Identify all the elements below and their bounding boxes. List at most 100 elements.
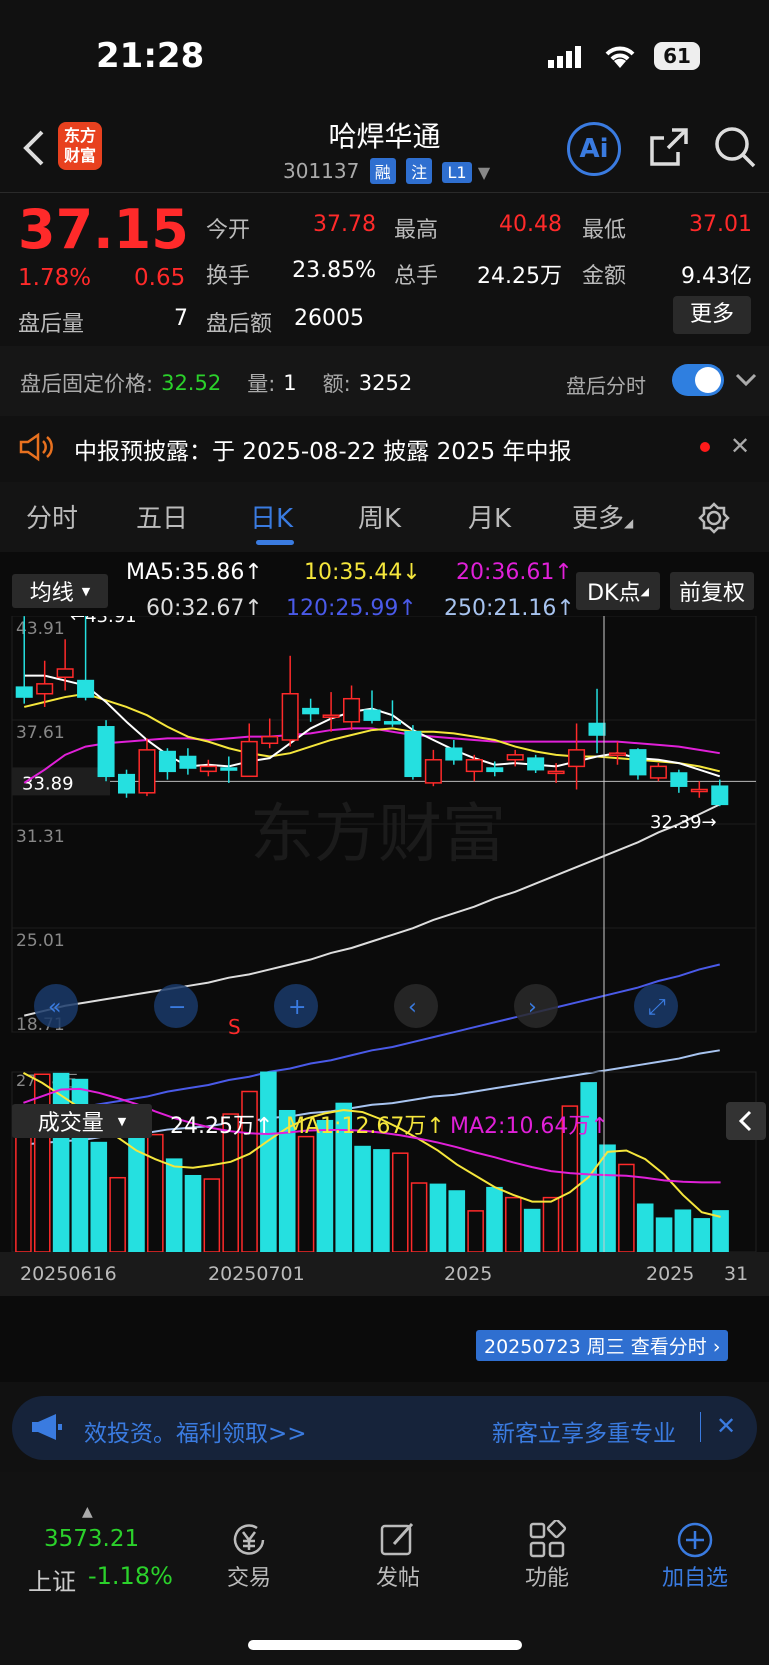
- candle-body: [588, 722, 606, 736]
- divider: [0, 192, 769, 193]
- date-axis-label: 20250701: [208, 1263, 305, 1285]
- dk-point-button[interactable]: DK点 ◢: [576, 572, 660, 610]
- date-axis-label: 2025: [444, 1263, 492, 1285]
- zoom-control-icon: +: [288, 995, 306, 1020]
- indicator-selector[interactable]: 均线 ▼: [12, 574, 108, 608]
- index-change[interactable]: -1.18%: [88, 1562, 173, 1590]
- kline-chart[interactable]: 43.9137.6131.3125.0118.7133.89←43.9132.3…: [0, 616, 769, 1336]
- volume-bar: [165, 1158, 183, 1253]
- zoom-control-icon: «: [48, 995, 61, 1020]
- volume-bar: [90, 1141, 108, 1253]
- after-amt-value2: 3252: [358, 371, 413, 395]
- clock: 21:28: [96, 36, 205, 76]
- notice-text: 中报预披露：于 2025-08-22 披露 2025 年中报: [74, 439, 572, 465]
- zoom-control-icon: ‹: [408, 995, 417, 1020]
- search-icon[interactable]: [712, 124, 758, 174]
- more-button[interactable]: 更多: [673, 296, 751, 334]
- turnover-value: 23.85%: [292, 258, 376, 283]
- low-value: 37.01: [689, 212, 752, 237]
- volume-bar: [203, 1178, 221, 1253]
- volume-bar: [33, 1073, 51, 1253]
- zoom-control-icon: ⤢: [648, 995, 666, 1020]
- adjust-button[interactable]: 前复权: [670, 572, 754, 610]
- ma5-legend: MA5:35.86↑: [126, 560, 263, 585]
- after-qty-label: 量:: [247, 372, 276, 396]
- speaker-icon: [18, 432, 54, 466]
- after-hours-info: 盘后固定价格: 32.52 量: 1 额: 3252: [20, 368, 412, 398]
- unread-dot: [700, 442, 710, 452]
- last-price: 37.15: [18, 198, 189, 261]
- volume-indicator-selector[interactable]: 成交量 ▼: [12, 1104, 152, 1138]
- stock-code-row: 301137 融 注 L1 ▼: [283, 158, 490, 184]
- chevron-down-icon[interactable]: [734, 372, 758, 392]
- ma120-line: [24, 963, 721, 1118]
- dk-label: DK点: [587, 581, 641, 606]
- candle-body: [608, 752, 627, 756]
- crosshair-date-label[interactable]: 20250723 周三 查看分时 ›: [476, 1330, 729, 1361]
- amount-label: 金额: [582, 264, 627, 289]
- volume-bar: [52, 1072, 70, 1253]
- volume-bar: [712, 1210, 729, 1253]
- volume-bar: [505, 1196, 522, 1253]
- after-qty-value: 1: [283, 371, 297, 395]
- candle-body: [97, 726, 115, 778]
- dropdown-caret-icon[interactable]: ▼: [478, 163, 490, 182]
- volume-bar: [655, 1217, 673, 1253]
- add-watchlist-plus-icon[interactable]: [675, 1520, 715, 1560]
- date-axis-label: 2025: [646, 1263, 694, 1285]
- post-label[interactable]: 发帖: [348, 1560, 448, 1592]
- functions-grid-icon[interactable]: [527, 1518, 567, 1560]
- share-icon[interactable]: [648, 126, 690, 172]
- trade-yen-icon[interactable]: [229, 1520, 269, 1560]
- ai-assistant-button[interactable]: Ai: [567, 122, 621, 176]
- ma10-legend: 10:35.44↓: [304, 560, 421, 585]
- settings-gear-icon[interactable]: [698, 502, 730, 538]
- vol-ma1-legend: MA1:12.67万↑: [286, 1114, 445, 1139]
- tab-more[interactable]: 更多◢: [572, 498, 633, 535]
- index-value[interactable]: 3573.21: [44, 1526, 139, 1552]
- volume-selector-label: 成交量: [37, 1111, 104, 1136]
- promo-divider: [700, 1412, 701, 1442]
- volume-bar: [467, 1210, 484, 1253]
- home-indicator: [248, 1640, 522, 1650]
- candle-body: [322, 714, 340, 718]
- index-name[interactable]: 上证: [28, 1562, 76, 1597]
- open-value: 37.78: [313, 212, 376, 237]
- price-axis-label: 31.31: [16, 827, 65, 847]
- volume-bar: [486, 1186, 503, 1253]
- after-amt-value: 26005: [294, 306, 364, 331]
- tab-monthly-k[interactable]: 月K: [468, 498, 511, 535]
- after-hours-toggle-label: 盘后分时: [566, 374, 646, 398]
- zoom-control-icon: −: [168, 995, 186, 1020]
- high-label: 最高: [394, 218, 439, 243]
- functions-label[interactable]: 功能: [497, 1560, 597, 1592]
- caret-up-icon[interactable]: ▲: [82, 1504, 93, 1520]
- collapse-chevron-left-icon[interactable]: [726, 1102, 766, 1140]
- vol-ma2-legend: MA2:10.64万↑: [450, 1114, 609, 1139]
- tab-daily-k[interactable]: 日K: [250, 498, 293, 535]
- after-hours-toggle[interactable]: [672, 364, 724, 396]
- trade-label[interactable]: 交易: [199, 1560, 299, 1592]
- megaphone-icon: [30, 1412, 64, 1446]
- tab-weekly-k[interactable]: 周K: [358, 498, 401, 535]
- tab-intraday[interactable]: 分时: [26, 498, 78, 535]
- signal-icon: [548, 46, 588, 72]
- volume-bar: [184, 1174, 202, 1253]
- candle-body: [486, 767, 504, 773]
- candle-body: [220, 767, 238, 771]
- tag-level: L1: [442, 162, 472, 183]
- volume-bar: [523, 1208, 541, 1253]
- candle-body: [240, 740, 258, 778]
- candle-body: [465, 759, 483, 773]
- candle-body: [281, 693, 299, 741]
- volume-bar: [674, 1209, 692, 1253]
- candle-body: [568, 749, 586, 768]
- post-edit-icon[interactable]: [378, 1520, 418, 1560]
- candle-body: [77, 679, 95, 698]
- add-watchlist-label[interactable]: 加自选: [645, 1560, 745, 1592]
- tab-five-day[interactable]: 五日: [136, 498, 188, 535]
- candle-body: [383, 721, 401, 725]
- close-icon[interactable]: ✕: [730, 432, 750, 460]
- promo-close-icon[interactable]: ✕: [716, 1412, 736, 1440]
- volume-label: 总手: [394, 264, 439, 289]
